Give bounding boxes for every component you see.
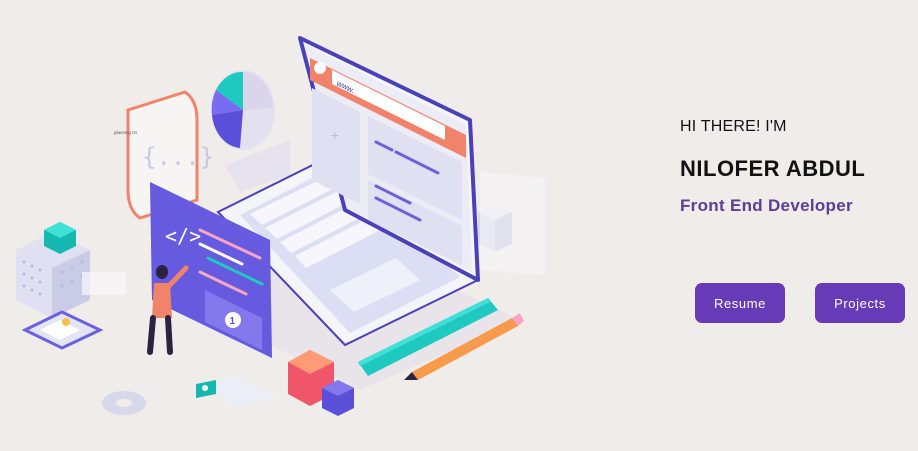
hero-illustration: {...} planning 01 www. + </> 1: [16, 36, 545, 416]
resume-button[interactable]: Resume: [695, 283, 785, 323]
projects-button[interactable]: Projects: [815, 283, 905, 323]
id-tag-icon: [196, 376, 276, 406]
hero-text-block: HI THERE! I'M NILOFER ABDUL Front End De…: [680, 118, 910, 216]
code-braces-text: {...}: [142, 143, 214, 171]
pie-chart-icon: [211, 70, 290, 192]
svg-text:+: +: [331, 127, 339, 143]
code-tag-text: </>: [165, 224, 201, 248]
cube-icon: [478, 172, 545, 275]
gear-icon: [102, 391, 146, 415]
developer-name: NILOFER ABDUL: [680, 156, 866, 181]
greeting-text: HI THERE! I'M: [680, 118, 787, 135]
developer-role: Front End Developer: [680, 196, 853, 215]
badge-number: 1: [230, 316, 236, 327]
planning-label: planning 01: [114, 130, 138, 135]
building-cube-icon: [16, 222, 90, 318]
